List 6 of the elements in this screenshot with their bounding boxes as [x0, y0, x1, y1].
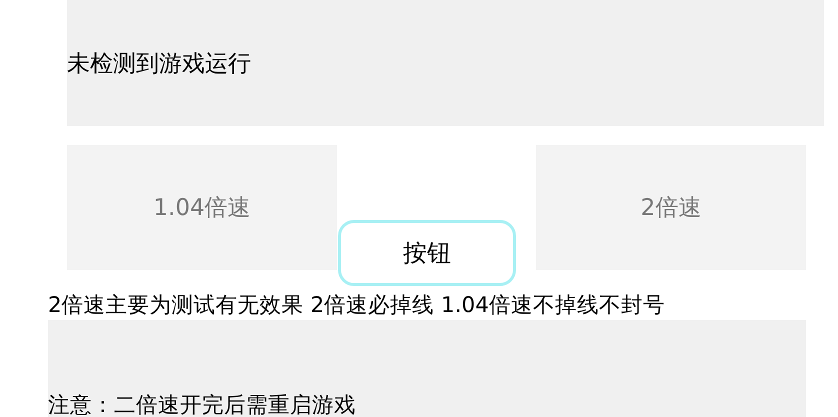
speed-button[interactable]: 1.04倍速 — [67, 145, 337, 270]
info-text: 2倍速主要为测试有无效果 2倍速必掉线 1.04倍速不掉线不封号 — [48, 292, 666, 320]
status-text: 未检测到游戏运行 — [67, 50, 251, 78]
speed-button[interactable]: 2倍速 — [536, 145, 806, 270]
notice-text: 注意：二倍速开完后需重启游戏 — [48, 392, 356, 417]
action-button[interactable]: 按钮 — [338, 220, 516, 286]
